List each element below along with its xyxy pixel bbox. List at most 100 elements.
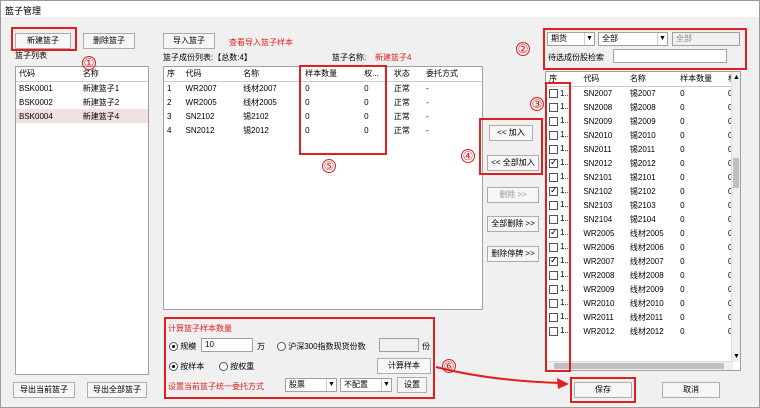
candidate-table[interactable]: 序代码名称样本数量权1...SN2007锡2007001...SN2008锡20…	[545, 71, 741, 371]
table-row[interactable]: 1...WR2005线材200500	[546, 226, 740, 240]
table-cell: 正常	[393, 125, 410, 135]
cell-name: 锡2012	[629, 158, 656, 168]
table-row[interactable]: 1...SN2009锡200900	[546, 114, 740, 128]
column-header[interactable]: 名称	[626, 72, 678, 87]
remove-button[interactable]: 删除 >>	[487, 187, 539, 203]
component-list-label: 篮子成份列表:【总数:4】	[163, 53, 252, 62]
cell-qty: 0	[680, 284, 685, 294]
column-header[interactable]: 代码	[580, 72, 627, 87]
cell-code: WR2011	[583, 312, 614, 322]
col-code: 代码	[16, 67, 80, 82]
cell-name: 新建篮子2	[82, 97, 120, 107]
table-row[interactable]: 1...SN2012锡201200	[546, 156, 740, 170]
cell-qty: 0	[680, 186, 685, 196]
cell-code: WR2005	[583, 228, 615, 238]
cell-code: SN2007	[583, 88, 613, 98]
vertical-scrollbar[interactable]: ▲ ▼	[731, 72, 740, 362]
cell-qty: 0	[680, 256, 685, 266]
highlight-add-buttons	[479, 118, 543, 175]
cancel-button[interactable]: 取消	[662, 382, 720, 398]
table-row[interactable]: BSK0002 新建篮子2	[16, 95, 148, 109]
highlight-sample-columns	[299, 65, 387, 155]
cell-qty: 0	[680, 214, 685, 224]
cell-name: 线材2006	[629, 242, 664, 252]
scroll-thumb[interactable]	[733, 158, 739, 188]
table-row[interactable]: 1...WR2012线材201200	[546, 324, 740, 338]
cell-name: 线材2008	[629, 270, 664, 280]
scroll-up-icon[interactable]: ▲	[733, 74, 740, 81]
cell-name: 锡2009	[629, 116, 656, 126]
highlight-new-basket	[11, 27, 77, 51]
table-row[interactable]: 1...SN2007锡200700	[546, 86, 740, 100]
cell-code: SN2102	[583, 186, 613, 196]
table-row[interactable]: 1...SN2104锡210400	[546, 212, 740, 226]
export-current-button[interactable]: 导出当前篮子	[13, 382, 75, 398]
basket-name-value: 新建篮子4	[375, 53, 412, 62]
highlight-save	[570, 377, 636, 403]
table-cell: 正常	[393, 111, 410, 121]
table-cell: 锡2012	[243, 125, 269, 135]
cell-name: 新建篮子4	[79, 109, 148, 123]
table-row[interactable]: 1...WR2011线材201100	[546, 310, 740, 324]
view-sample-link[interactable]: 查看导入篮子样本	[229, 37, 293, 48]
cell-qty: 0	[680, 172, 685, 182]
cell-qty: 0	[680, 242, 685, 252]
table-cell: -	[425, 125, 429, 135]
table-cell: -	[425, 97, 429, 107]
table-row[interactable]: 1...SN2101锡210100	[546, 170, 740, 184]
table-row[interactable]: 1...SN2011锡201100	[546, 142, 740, 156]
column-header[interactable]: 状态	[390, 67, 423, 82]
import-basket-button[interactable]: 导入篮子	[163, 33, 215, 49]
cell-code: SN2008	[583, 102, 613, 112]
table-cell: SN2102	[185, 111, 215, 121]
highlight-calc-box	[164, 317, 435, 399]
table-row[interactable]: BSK0001 新建篮子1	[16, 81, 148, 95]
table-row[interactable]: 1...WR2006线材200600	[546, 240, 740, 254]
cell-qty: 0	[680, 158, 685, 168]
cell-qty: 0	[680, 298, 685, 308]
cell-name: 锡2010	[629, 130, 656, 140]
close-icon[interactable]: ×	[5, 4, 751, 14]
h-scroll-thumb[interactable]	[554, 363, 724, 369]
cell-name: 锡2104	[629, 214, 656, 224]
cell-qty: 0	[680, 144, 685, 154]
scroll-down-icon[interactable]: ▼	[733, 353, 740, 360]
basket-list-label: 篮子列表	[15, 51, 47, 60]
cell-code: SN2101	[583, 172, 613, 182]
highlight-checkboxes	[545, 82, 571, 372]
table-row[interactable]: BSK0004 新建篮子4	[16, 109, 148, 123]
table-row[interactable]: 1...WR2010线材201000	[546, 296, 740, 310]
column-header[interactable]: 序	[164, 67, 183, 82]
basket-list[interactable]: 代码 名称 BSK0001 新建篮子1 BSK0002 新建篮子2 BSK0004 新建篮子4	[15, 66, 149, 375]
table-row[interactable]: 1...WR2008线材200800	[546, 268, 740, 282]
remove-stopped-button[interactable]: 删除停牌 >>	[487, 246, 539, 262]
cell-qty: 0	[680, 270, 685, 280]
table-cell: -	[425, 83, 429, 93]
cell-qty: 0	[680, 116, 685, 126]
column-header[interactable]: 名称	[240, 67, 303, 82]
column-header[interactable]: 代码	[182, 67, 241, 82]
table-row[interactable]: 1...SN2010锡201000	[546, 128, 740, 142]
table-cell: WR2007	[185, 83, 217, 93]
table-row[interactable]: 1...WR2007线材200700	[546, 254, 740, 268]
table-row[interactable]: 1...SN2008锡200800	[546, 100, 740, 114]
cell-qty: 0	[680, 88, 685, 98]
column-header[interactable]: 委托方式	[422, 67, 482, 82]
cell-qty: 0	[680, 130, 685, 140]
export-all-button[interactable]: 导出全部篮子	[87, 382, 147, 398]
cell-qty: 0	[680, 326, 685, 336]
basket-name-label: 篮子名称:	[332, 53, 367, 62]
table-cell: 1	[167, 83, 172, 93]
column-header[interactable]: 样本数量	[677, 72, 725, 87]
arrow-icon	[435, 366, 569, 389]
table-row[interactable]: 1...SN2103锡210300	[546, 198, 740, 212]
table-row[interactable]: 1...SN2102锡210200	[546, 184, 740, 198]
table-cell: WR2005	[185, 97, 217, 107]
cell-code: SN2009	[583, 116, 613, 126]
cell-name: 锡2101	[629, 172, 656, 182]
delete-basket-button[interactable]: 删除篮子	[83, 33, 135, 49]
title-bar: 篮子管理 ×	[1, 1, 759, 17]
cell-code: SN2104	[583, 214, 613, 224]
table-row[interactable]: 1...WR2009线材200900	[546, 282, 740, 296]
remove-all-button[interactable]: 全部删除 >>	[487, 216, 539, 232]
